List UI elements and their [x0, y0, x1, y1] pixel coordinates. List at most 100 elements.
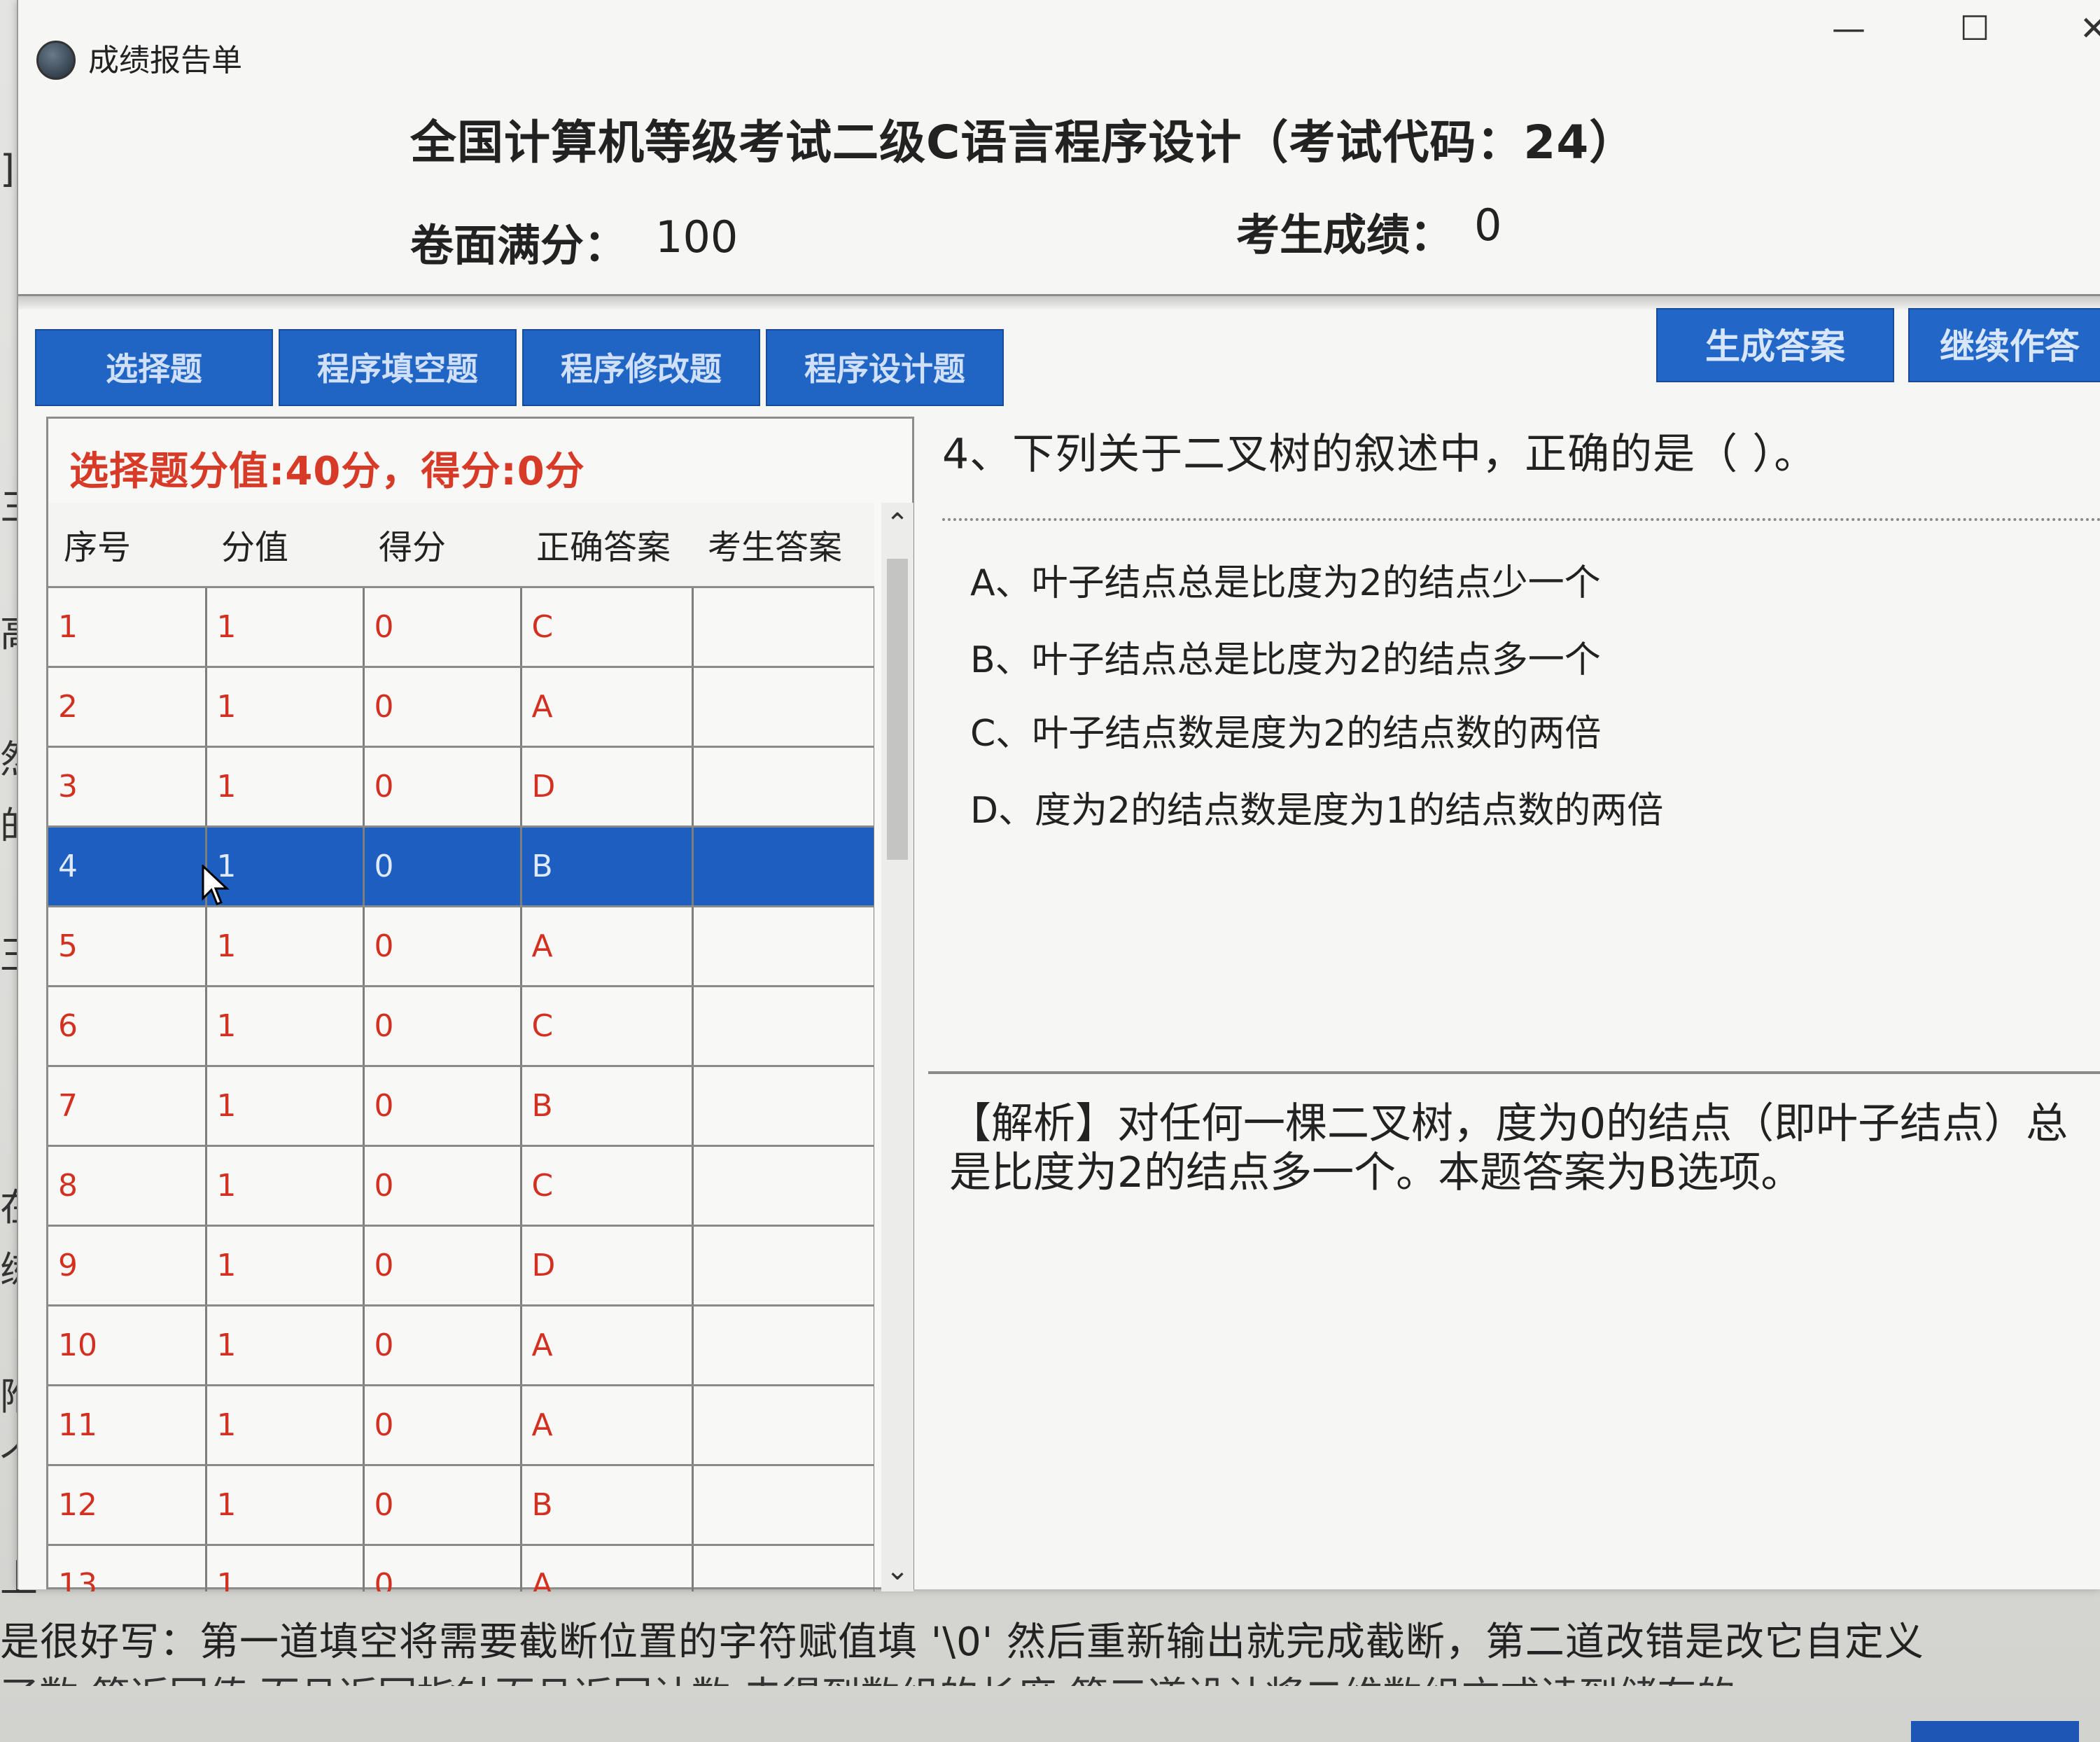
- table-cell-correct: C: [521, 587, 694, 668]
- table-cell-score: 0: [363, 587, 522, 668]
- table-cell-score: 0: [363, 1225, 522, 1306]
- table-row[interactable]: 310D: [48, 746, 874, 828]
- table-cell-value: 1: [206, 1305, 365, 1386]
- table-cell-no: 5: [48, 906, 207, 987]
- table-cell-score: 0: [363, 1066, 522, 1147]
- app-icon: [36, 41, 76, 80]
- maximize-button[interactable]: ☐: [1950, 4, 1999, 53]
- question-text: 4、下列关于二叉树的叙述中，正确的是（ ）。: [942, 430, 1817, 479]
- table-row[interactable]: 12 1 0 B: [48, 1465, 874, 1546]
- table-row[interactable]: 710B: [48, 1066, 874, 1147]
- table-row[interactable]: 10 1 0 A: [48, 1305, 874, 1386]
- table-cell-correct: A: [521, 1545, 694, 1591]
- tab-program-fill-blank[interactable]: 程序填空题: [279, 329, 517, 406]
- mouse-cursor-icon: [202, 865, 230, 905]
- table-row[interactable]: 410B: [48, 826, 874, 907]
- header-divider: [18, 294, 2100, 309]
- table-cell-student: [692, 1465, 874, 1546]
- table-row[interactable]: 11 1 0 A: [48, 1385, 874, 1466]
- table-cell-no: 6: [48, 986, 207, 1067]
- column-header-student-answer[interactable]: 考生答案: [692, 503, 874, 588]
- score-report-window: 成绩报告单 — ☐ ✕ 全国计算机等级考试二级C语言程序设计（考试代码：24） …: [17, 0, 2100, 1591]
- table-cell-score: 0: [363, 1145, 522, 1227]
- tab-program-modify[interactable]: 程序修改题: [522, 329, 760, 406]
- table-cell-correct: B: [521, 826, 694, 907]
- title-bar[interactable]: 成绩报告单 — ☐ ✕: [18, 0, 2100, 105]
- choice-results-panel: 选择题分值:40分，得分:0分 序号 分值 得分 正确答案 考生答案 110C2…: [46, 417, 914, 1591]
- column-header-correct-answer[interactable]: 正确答案: [521, 503, 692, 588]
- table-cell-score: 0: [363, 667, 522, 748]
- full-score-label: 卷面满分：: [410, 220, 628, 271]
- table-cell-value: 1: [206, 1545, 365, 1591]
- table-cell-score: 0: [363, 1545, 522, 1591]
- tab-multiple-choice[interactable]: 选择题: [35, 329, 273, 406]
- generate-answer-button[interactable]: 生成答案: [1656, 308, 1894, 382]
- score-summary: 选择题分值:40分，得分:0分: [69, 449, 585, 494]
- table-row[interactable]: 510A: [48, 906, 874, 987]
- tab-program-design[interactable]: 程序设计题: [766, 329, 1004, 406]
- window-title: 成绩报告单: [88, 43, 242, 78]
- results-table-container: 序号 分值 得分 正确答案 考生答案 110C210A310D410B510A6…: [48, 503, 874, 1591]
- vertical-scrollbar[interactable]: ⌃ ⌄: [881, 503, 913, 1591]
- table-cell-student: [692, 1545, 874, 1591]
- table-cell-value: 1: [206, 667, 365, 748]
- column-header-score[interactable]: 得分: [363, 503, 521, 588]
- table-cell-score: 0: [363, 1305, 522, 1386]
- table-cell-value: 1: [206, 1145, 365, 1227]
- table-row[interactable]: 810C: [48, 1145, 874, 1227]
- table-cell-correct: A: [521, 906, 694, 987]
- table-cell-student: [692, 826, 874, 907]
- table-cell-no: 10: [48, 1305, 207, 1386]
- column-header-value[interactable]: 分值: [206, 503, 363, 588]
- table-cell-no: 3: [48, 746, 207, 828]
- full-score-value: 100: [655, 211, 738, 263]
- scrollbar-thumb[interactable]: [887, 559, 908, 860]
- table-cell-no: 4: [48, 826, 207, 907]
- table-cell-student: [692, 1305, 874, 1386]
- question-divider: [942, 518, 2100, 521]
- option-b: B、叶子结点总是比度为2的结点多一个: [970, 639, 1601, 681]
- table-cell-score: 0: [363, 1465, 522, 1546]
- table-cell-no: 8: [48, 1145, 207, 1227]
- close-button[interactable]: ✕: [2069, 4, 2100, 53]
- table-row[interactable]: 210A: [48, 667, 874, 748]
- table-cell-no: 13: [48, 1545, 207, 1591]
- table-cell-value: 1: [206, 1225, 365, 1306]
- table-cell-student: [692, 1066, 874, 1147]
- analysis-divider: [928, 1071, 2100, 1074]
- table-cell-no: 12: [48, 1465, 207, 1546]
- table-row[interactable]: 610C: [48, 986, 874, 1067]
- table-cell-correct: B: [521, 1066, 694, 1147]
- table-cell-student: [692, 906, 874, 987]
- minimize-button[interactable]: —: [1824, 4, 1873, 53]
- table-row[interactable]: 910D: [48, 1225, 874, 1306]
- table-cell-value: 1: [206, 986, 365, 1067]
- table-cell-correct: A: [521, 1385, 694, 1466]
- table-cell-no: 2: [48, 667, 207, 748]
- column-header-number[interactable]: 序号: [48, 503, 206, 588]
- table-cell-score: 0: [363, 1385, 522, 1466]
- chevron-up-icon[interactable]: ⌃: [881, 503, 913, 545]
- table-cell-student: [692, 746, 874, 828]
- table-cell-no: 11: [48, 1385, 207, 1466]
- table-row[interactable]: 13 1 0 A: [48, 1545, 874, 1591]
- table-cell-value: 1: [206, 1066, 365, 1147]
- option-c: C、叶子结点数是度为2的结点数的两倍: [970, 713, 1602, 755]
- table-cell-correct: D: [521, 1225, 694, 1306]
- table-cell-score: 0: [363, 986, 522, 1067]
- table-cell-score: 0: [363, 746, 522, 828]
- bg-fragment: ]: [0, 147, 17, 191]
- table-row[interactable]: 110C: [48, 587, 874, 668]
- table-cell-value: 1: [206, 1385, 365, 1466]
- chevron-down-icon[interactable]: ⌄: [881, 1549, 913, 1591]
- table-cell-correct: C: [521, 986, 694, 1067]
- table-cell-correct: A: [521, 667, 694, 748]
- continue-answering-button[interactable]: 继续作答: [1908, 308, 2100, 382]
- table-cell-value: 1: [206, 906, 365, 987]
- table-cell-no: 7: [48, 1066, 207, 1147]
- exam-title: 全国计算机等级考试二级C语言程序设计（考试代码：24）: [410, 116, 1637, 169]
- option-a: A、叶子结点总是比度为2的结点少一个: [970, 562, 1601, 604]
- table-cell-student: [692, 667, 874, 748]
- results-table: 序号 分值 得分 正确答案 考生答案 110C210A310D410B510A6…: [48, 503, 874, 1591]
- bg-text-line: 是很好写：第一道填空将需要截断位置的字符赋值填 '\0' 然后重新输出就完成截断…: [0, 1619, 1924, 1665]
